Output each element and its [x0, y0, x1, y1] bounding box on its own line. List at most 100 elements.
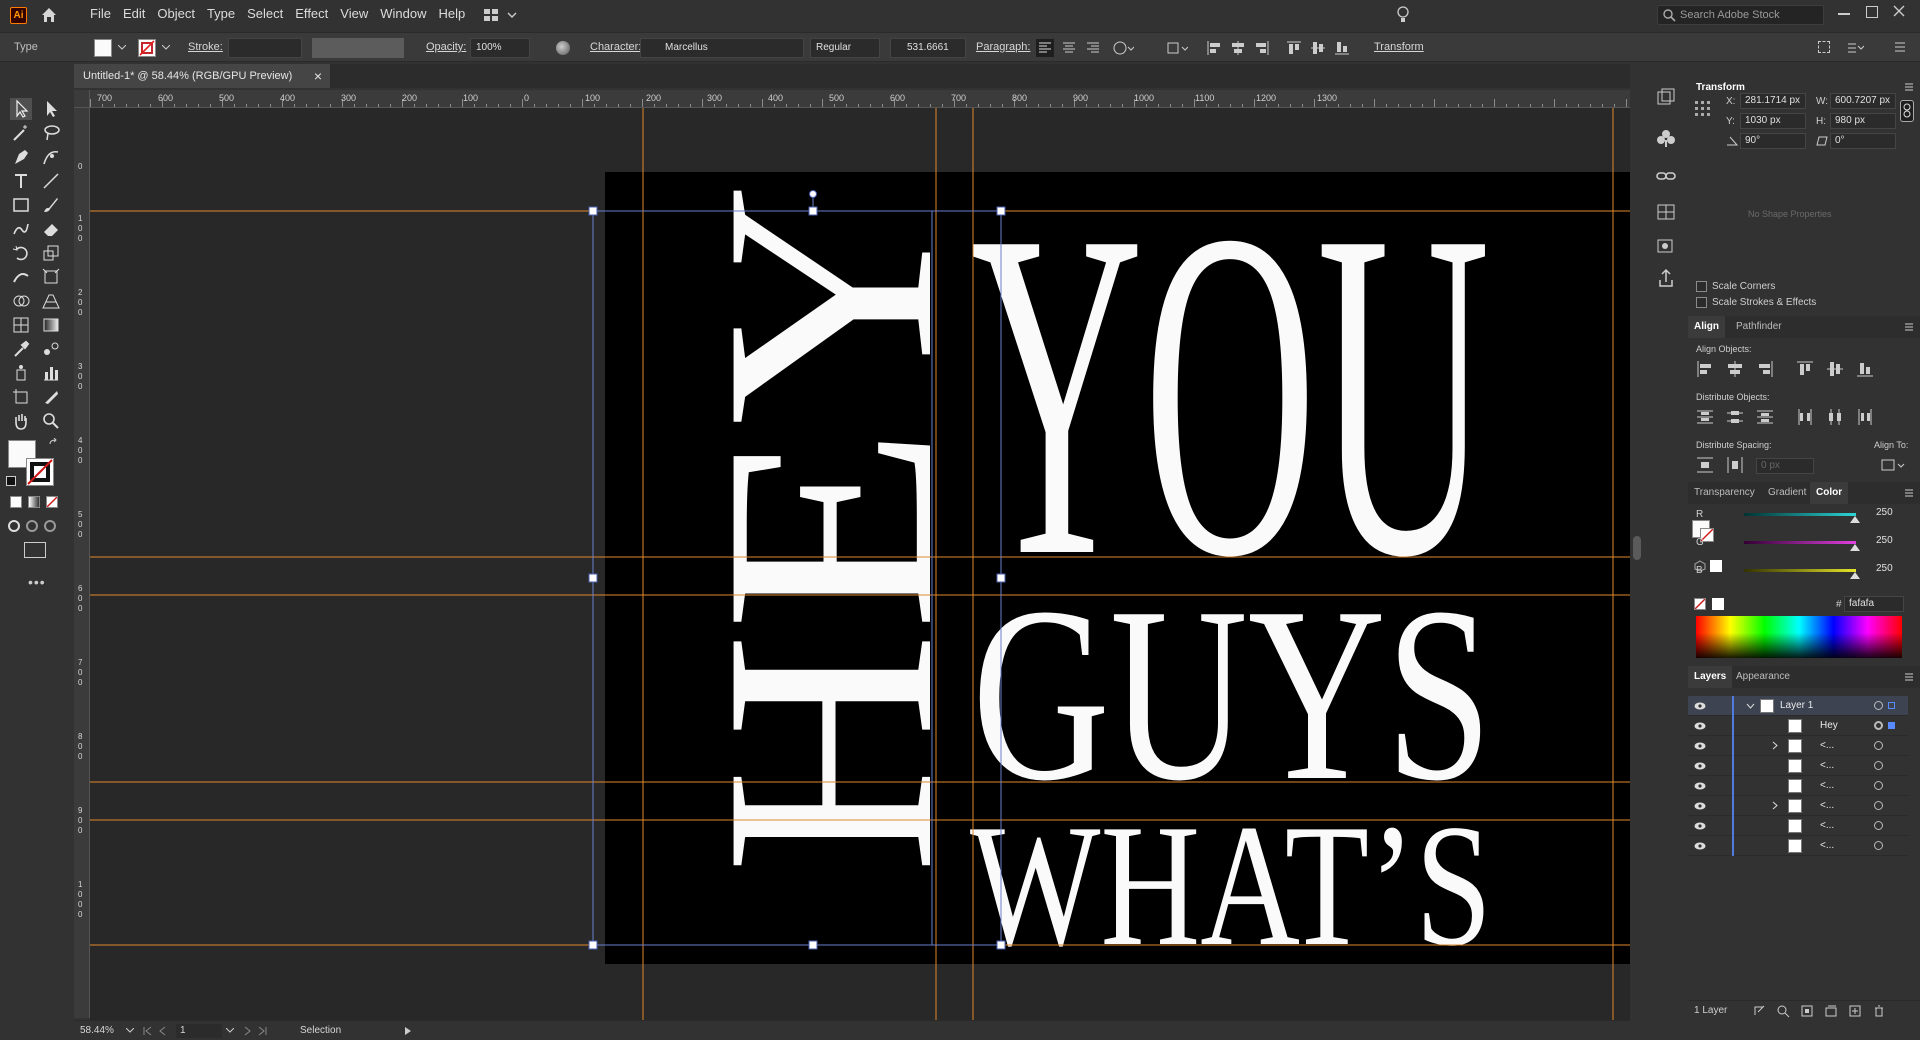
rectangle-tool-icon[interactable] — [10, 194, 32, 216]
libraries-panel-icon[interactable] — [1656, 128, 1676, 148]
artboards-panel-icon[interactable] — [1656, 202, 1676, 222]
hand-tool-icon[interactable] — [10, 410, 32, 432]
links-panel-icon[interactable] — [1656, 166, 1676, 186]
none-swatch[interactable] — [1694, 598, 1706, 610]
align-right-icon[interactable] — [1756, 360, 1774, 378]
menu-effect[interactable]: Effect — [289, 6, 334, 21]
align-horizontal-center-icon[interactable] — [1230, 39, 1246, 57]
align-right-icon[interactable] — [1254, 39, 1270, 57]
rotate-field[interactable]: 90° — [1740, 133, 1806, 149]
line-tool-icon[interactable] — [40, 170, 62, 192]
align-vertical-center-icon[interactable] — [1826, 360, 1844, 378]
horizontal-distribute-space-icon[interactable] — [1726, 456, 1744, 474]
layer-name[interactable]: <... — [1820, 760, 1834, 771]
fill-dropdown-icon[interactable] — [118, 45, 126, 50]
font-style-field[interactable]: Regular — [810, 38, 880, 58]
stroke-color-box[interactable] — [26, 458, 54, 486]
stroke-weight-field[interactable] — [228, 38, 302, 58]
chevron-down-icon[interactable] — [1746, 703, 1755, 709]
align-left-icon[interactable] — [1206, 39, 1222, 57]
scale-strokes-checkbox[interactable] — [1696, 297, 1707, 308]
tab-transparency[interactable]: Transparency — [1688, 482, 1761, 504]
vertical-distribute-space-icon[interactable] — [1696, 456, 1714, 474]
target-icon[interactable] — [1874, 781, 1883, 790]
height-field[interactable]: 980 px — [1830, 113, 1896, 129]
layer-name[interactable]: <... — [1820, 800, 1834, 811]
layer-row[interactable]: <... — [1688, 776, 1908, 796]
distribute-horizontal-center-icon[interactable] — [1826, 408, 1844, 426]
draw-normal-icon[interactable] — [8, 520, 20, 532]
draw-behind-icon[interactable] — [26, 520, 38, 532]
zoom-level[interactable]: 58.44% — [80, 1025, 114, 1036]
align-right-text-icon[interactable] — [1084, 39, 1102, 57]
x-field[interactable]: 281.1714 px — [1740, 93, 1806, 109]
align-top-icon[interactable] — [1796, 360, 1814, 378]
font-family-field[interactable]: Marcellus — [640, 38, 804, 58]
variable-width-profile[interactable] — [312, 38, 404, 58]
tab-pathfinder[interactable]: Pathfinder — [1730, 316, 1788, 338]
align-center-text-icon[interactable] — [1060, 39, 1078, 57]
slice-tool-icon[interactable] — [40, 386, 62, 408]
green-slider[interactable] — [1744, 541, 1856, 544]
layer-row[interactable]: Hey — [1688, 716, 1908, 736]
eyedropper-tool-icon[interactable] — [10, 338, 32, 360]
export-panel-icon[interactable] — [1656, 268, 1676, 288]
align-bottom-icon[interactable] — [1856, 360, 1874, 378]
perspective-grid-tool-icon[interactable] — [40, 290, 62, 312]
edit-toolbar-icon[interactable]: ••• — [28, 574, 46, 590]
layer-name[interactable]: Layer 1 — [1780, 700, 1813, 711]
target-icon[interactable] — [1874, 801, 1883, 810]
clipping-mask-icon[interactable] — [1800, 1004, 1814, 1018]
layer-row[interactable]: <... — [1688, 816, 1908, 836]
red-value[interactable]: 250 — [1872, 506, 1910, 522]
blue-value[interactable]: 250 — [1872, 562, 1910, 578]
chevron-right-icon[interactable] — [1772, 741, 1778, 750]
slider-thumb[interactable] — [1850, 572, 1860, 579]
free-transform-tool-icon[interactable] — [40, 266, 62, 288]
visibility-eye-icon[interactable] — [1694, 782, 1706, 790]
reference-point-icon[interactable] — [1694, 100, 1712, 118]
web-safe-swatch[interactable] — [1710, 560, 1722, 572]
export-icon[interactable] — [1752, 1004, 1766, 1018]
selected-art-indicator[interactable] — [1888, 702, 1895, 709]
selection-tool-icon[interactable] — [10, 98, 32, 120]
hey-text-frame[interactable]: HEY — [663, 182, 995, 875]
zoom-dropdown-icon[interactable] — [126, 1028, 134, 1033]
gradient-tool-icon[interactable] — [40, 314, 62, 336]
artboard-tool-icon[interactable] — [10, 386, 32, 408]
zoom-tool-icon[interactable] — [40, 410, 62, 432]
first-artboard-icon[interactable] — [142, 1026, 152, 1036]
vertical-scrollbar[interactable] — [1630, 108, 1644, 1020]
align-left-icon[interactable] — [1696, 360, 1714, 378]
layer-name[interactable]: <... — [1820, 780, 1834, 791]
layer-name[interactable]: <... — [1820, 840, 1834, 851]
align-vertical-center-icon[interactable] — [1310, 39, 1326, 57]
visibility-eye-icon[interactable] — [1694, 822, 1706, 830]
green-value[interactable]: 250 — [1872, 534, 1910, 550]
symbol-sprayer-tool-icon[interactable] — [10, 362, 32, 384]
align-left-text-icon[interactable] — [1036, 39, 1054, 57]
layer-row[interactable]: <... — [1688, 796, 1908, 816]
distribute-vertical-center-icon[interactable] — [1726, 408, 1744, 426]
visibility-eye-icon[interactable] — [1694, 742, 1706, 750]
swap-fill-stroke-icon[interactable] — [48, 438, 60, 450]
fill-swatch[interactable] — [94, 39, 112, 57]
minimize-window-icon[interactable] — [1838, 13, 1850, 15]
constrain-proportions-icon[interactable] — [1900, 100, 1914, 122]
paragraph-label[interactable]: Paragraph: — [976, 41, 1030, 53]
draw-inside-icon[interactable] — [44, 520, 56, 532]
type-tool-icon[interactable] — [10, 170, 32, 192]
layer-name[interactable]: <... — [1820, 820, 1834, 831]
magic-wand-tool-icon[interactable] — [10, 122, 32, 144]
shape-builder-tool-icon[interactable] — [10, 290, 32, 312]
document-tab[interactable]: Untitled-1* @ 58.44% (RGB/GPU Preview) × — [74, 64, 330, 88]
control-bar-menu-icon[interactable] — [1894, 41, 1906, 53]
tab-layers[interactable]: Layers — [1688, 666, 1733, 688]
close-window-icon[interactable] — [1892, 4, 1906, 18]
whats-text[interactable]: WHAT’S — [970, 788, 1492, 982]
gradient-mode-icon[interactable] — [28, 496, 40, 508]
workspace-switcher-icon[interactable] — [484, 7, 518, 23]
hex-field[interactable]: fafafa — [1844, 596, 1904, 612]
menu-object[interactable]: Object — [151, 6, 201, 21]
last-artboard-icon[interactable] — [258, 1026, 268, 1036]
